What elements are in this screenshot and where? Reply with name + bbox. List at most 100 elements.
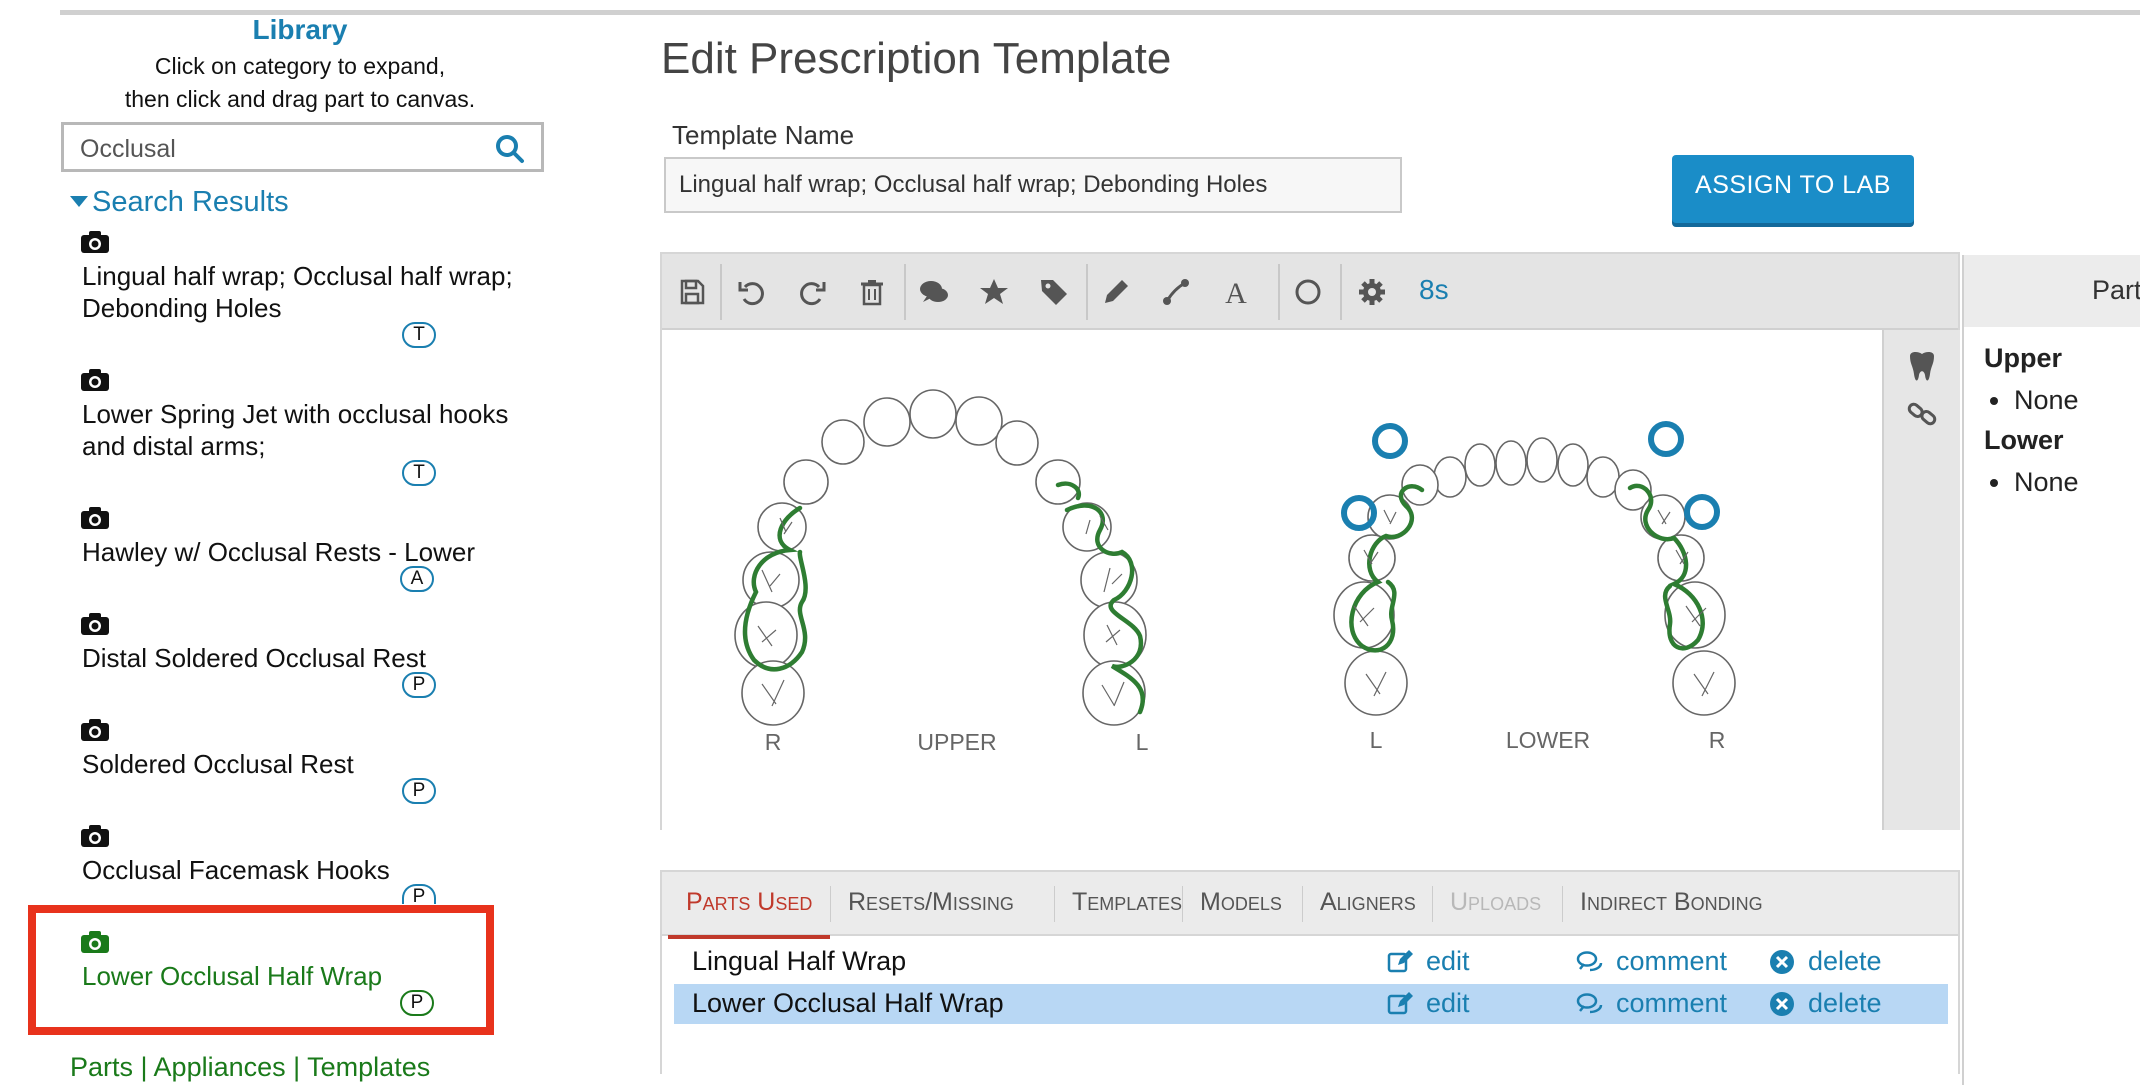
text-icon[interactable]: A — [1220, 276, 1252, 310]
edit-link[interactable]: edit — [1387, 946, 1470, 977]
result-type-badge: T — [402, 322, 436, 348]
tab-separator — [1562, 886, 1563, 922]
star-icon[interactable] — [978, 276, 1010, 308]
tab-uploads: Uploads — [1450, 888, 1542, 916]
parts-summary-panel: Part Upper None Lower None — [1962, 255, 2140, 1085]
toolbar-separator — [1340, 264, 1342, 320]
parts-used-row-selected[interactable]: Lower Occlusal Half Wrap edit comment de… — [674, 984, 1948, 1024]
trash-icon[interactable] — [856, 276, 888, 308]
lower-part-item: None — [1990, 467, 2079, 498]
search-results-toggle[interactable]: Search Results — [70, 186, 289, 219]
caret-down-icon — [70, 196, 88, 207]
comment-label: comment — [1616, 946, 1728, 976]
part-name: Lingual Half Wrap — [692, 946, 907, 976]
pencil-icon[interactable] — [1100, 276, 1132, 308]
upper-arch-label: UPPER — [917, 729, 996, 755]
result-type-badge: T — [402, 460, 436, 486]
comment-link[interactable]: comment — [1576, 946, 1728, 977]
comment-icon[interactable] — [918, 276, 950, 308]
parts-panel-header: Part — [1964, 255, 2140, 327]
edit-icon — [1387, 950, 1413, 973]
edit-link[interactable]: edit — [1387, 988, 1470, 1019]
comment-label: comment — [1616, 988, 1728, 1018]
assign-to-lab-button[interactable]: ASSIGN TO LAB — [1672, 155, 1914, 223]
timer-readout: 8s — [1419, 274, 1449, 305]
result-type-badge: P — [402, 672, 436, 698]
library-help: Click on category to expand, then click … — [0, 50, 600, 116]
tab-templates[interactable]: Templates — [1072, 888, 1182, 917]
canvas-side-toolbar — [1882, 330, 1960, 830]
undo-icon[interactable] — [736, 276, 768, 308]
tab-separator — [830, 886, 831, 922]
library-result-item[interactable]: Soldered Occlusal Rest P — [78, 718, 478, 808]
result-name: Soldered Occlusal Rest — [82, 749, 354, 779]
toolbar-separator — [1086, 264, 1088, 320]
library-result-item[interactable]: Distal Soldered Occlusal Rest P — [78, 612, 478, 702]
library-result-item[interactable]: Hawley w/ Occlusal Rests - Lower A — [78, 506, 478, 596]
wire-icon[interactable] — [1160, 276, 1192, 308]
prescription-editor: A 8s R UPPER L L LOWER R — [660, 252, 1960, 830]
toolbar-separator — [904, 264, 906, 320]
upper-section-label: Upper — [1984, 343, 2063, 373]
tab-parts-used[interactable]: Parts Used — [667, 888, 831, 939]
lower-section-label: Lower — [1984, 425, 2064, 455]
lower-right-label: R — [1709, 727, 1726, 753]
bullet — [1990, 479, 1998, 487]
library-search — [61, 122, 544, 172]
comments-icon — [1576, 993, 1603, 1014]
lower-left-label: L — [1370, 727, 1383, 753]
tab-resets-missing[interactable]: Resets/Missing — [848, 888, 1014, 917]
library-bottom-links[interactable]: Parts | Appliances | Templates — [70, 1052, 430, 1083]
page-title: Edit Prescription Template — [661, 34, 1172, 83]
parts-used-list: Lingual Half Wrap edit comment delete Lo… — [660, 934, 1960, 1074]
delete-label: delete — [1808, 988, 1882, 1018]
save-icon[interactable] — [676, 276, 708, 308]
dental-arch-diagram[interactable]: R UPPER L L LOWER R — [662, 330, 1882, 830]
tab-separator — [1054, 886, 1055, 922]
library-result-item[interactable]: Occlusal Facemask Hooks P — [78, 824, 478, 904]
tab-models[interactable]: Models — [1200, 888, 1282, 917]
part-name: Lower Occlusal Half Wrap — [692, 988, 1004, 1018]
delete-label: delete — [1808, 946, 1882, 976]
library-result-item[interactable]: Lingual half wrap; Occlusal half wrap; D… — [78, 230, 513, 350]
result-name: Lingual half wrap; Occlusal half wrap; D… — [82, 261, 513, 323]
tab-indirect-bonding[interactable]: Indirect Bonding — [1580, 888, 1763, 917]
editor-toolbar: A 8s — [662, 254, 1958, 330]
delete-link[interactable]: delete — [1770, 988, 1882, 1019]
parts-used-row[interactable]: Lingual Half Wrap edit comment delete — [674, 942, 1948, 982]
tab-separator — [1302, 886, 1303, 922]
camera-icon[interactable] — [80, 718, 110, 742]
remove-circle-icon — [1770, 950, 1794, 974]
tab-separator — [1432, 886, 1433, 922]
result-type-badge: A — [400, 566, 434, 592]
tag-icon[interactable] — [1038, 276, 1070, 308]
redo-icon[interactable] — [796, 276, 828, 308]
tooth-icon[interactable] — [1906, 350, 1938, 384]
camera-icon[interactable] — [80, 824, 110, 848]
link-icon[interactable] — [1906, 398, 1938, 430]
toolbar-separator — [720, 264, 722, 320]
help-line-1: Click on category to expand, — [154, 53, 446, 79]
tab-aligners[interactable]: Aligners — [1320, 888, 1416, 917]
comment-link[interactable]: comment — [1576, 988, 1728, 1019]
camera-icon[interactable] — [80, 612, 110, 636]
library-title: Library — [252, 14, 348, 45]
camera-icon[interactable] — [80, 506, 110, 530]
template-name-field[interactable]: Lingual half wrap; Occlusal half wrap; D… — [664, 157, 1402, 213]
library-sidebar: Library Click on category to expand, the… — [0, 0, 610, 1082]
result-name: Distal Soldered Occlusal Rest — [82, 643, 426, 673]
lower-part-text: None — [2014, 467, 2079, 497]
camera-icon[interactable] — [80, 230, 110, 254]
parts-panel-title: Part — [2092, 275, 2140, 305]
result-name: Hawley w/ Occlusal Rests - Lower — [82, 537, 475, 567]
result-type-badge: P — [402, 884, 436, 904]
delete-link[interactable]: delete — [1770, 946, 1882, 977]
camera-icon[interactable] — [80, 368, 110, 392]
drawing-canvas[interactable]: R UPPER L L LOWER R — [662, 330, 1882, 830]
search-icon[interactable] — [495, 134, 525, 164]
edit-label: edit — [1426, 946, 1470, 976]
gear-icon[interactable] — [1356, 276, 1388, 308]
circle-icon[interactable] — [1292, 276, 1324, 308]
library-result-item[interactable]: Lower Spring Jet with occlusal hooks and… — [78, 368, 508, 488]
search-input[interactable] — [78, 131, 482, 167]
